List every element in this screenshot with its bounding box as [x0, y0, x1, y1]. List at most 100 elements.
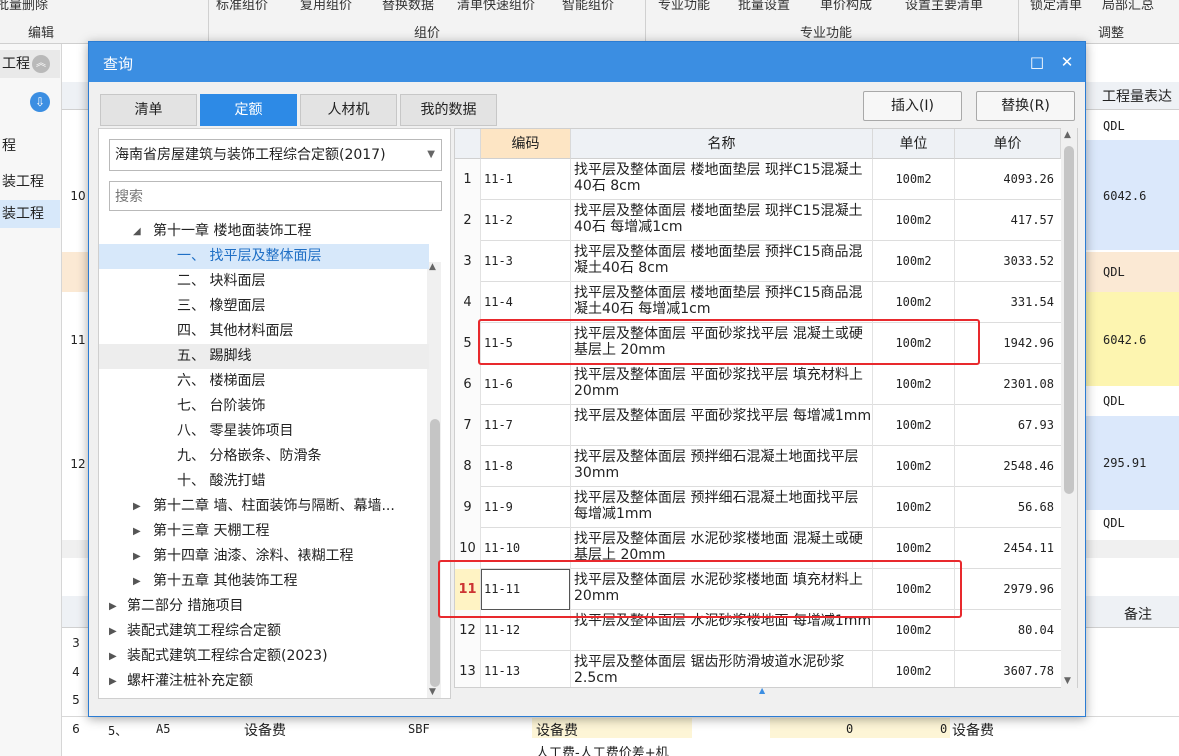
quota-library-select[interactable]: 海南省房屋建筑与装饰工程综合定额(2017) ▼ — [109, 139, 442, 171]
row-code[interactable]: 11-9 — [481, 487, 571, 528]
row-code[interactable]: 11-6 — [481, 364, 571, 405]
ribbon-item-top-8[interactable]: 单价构成 — [820, 0, 872, 13]
tree-node-label: 九、 分格嵌条、防滑条 — [177, 448, 322, 464]
table-row[interactable]: 3 11-3 找平层及整体面层 楼地面垫层 预拌C15商品混凝土40石 8cm 100… — [455, 241, 1061, 282]
ribbon-item-top-2[interactable]: 复用组价 — [300, 0, 352, 13]
ribbon-item-top-9[interactable]: 设置主要清单 — [905, 0, 983, 13]
row-unit: 100m2 — [873, 651, 955, 687]
table-header-unit[interactable]: 单位 — [873, 129, 955, 159]
table-row[interactable]: 7 11-7 找平层及整体面层 平面砂浆找平层 每增减1mm 100m2 67.93 — [455, 405, 1061, 446]
tree-node[interactable]: ▶ 第十三章 天棚工程 — [99, 519, 429, 544]
row-price: 3607.78 — [1003, 664, 1054, 678]
tree-node[interactable]: ▶ 第二部分 措施项目 — [99, 594, 429, 619]
collapse-icon[interactable]: ︽ — [32, 55, 50, 73]
table-hscrollbar[interactable]: ▲ — [454, 686, 1078, 698]
tree-node[interactable]: ▶ 螺杆灌注桩补充定额 — [99, 669, 429, 694]
tree-node[interactable]: 七、 台阶装饰 — [99, 394, 429, 419]
scroll-down-icon[interactable]: ▼ — [1064, 676, 1071, 686]
search-input[interactable] — [109, 181, 442, 211]
tree-node[interactable]: 十、 酸洗打蜡 — [99, 469, 429, 494]
table-vscroll-thumb[interactable] — [1064, 146, 1074, 494]
row-code[interactable]: 11-1 — [481, 159, 571, 200]
ribbon-item-top-7[interactable]: 批量设置 — [738, 0, 790, 13]
ribbon-item-top-0[interactable]: 批量删除 — [0, 0, 48, 13]
tree-node[interactable]: ◢ 第十一章 楼地面装饰工程 — [99, 219, 429, 244]
tree-node[interactable]: 六、 楼梯面层 — [99, 369, 429, 394]
replace-button[interactable]: 替换(R) — [976, 91, 1075, 121]
table-header-code[interactable]: 编码 — [481, 129, 571, 159]
tree-node[interactable]: ▶ 装配式建筑工程综合定额 — [99, 619, 429, 644]
row-code[interactable]: 11-2 — [481, 200, 571, 241]
tree-node[interactable]: 八、 零星装饰项目 — [99, 419, 429, 444]
tree-node[interactable]: 三、 橡塑面层 — [99, 294, 429, 319]
expand-right-icon[interactable]: ▶ — [133, 519, 141, 544]
tree-node[interactable]: ▶ 装配式建筑工程综合定额(2023) — [99, 644, 429, 669]
ribbon-item-top-6[interactable]: 专业功能 — [658, 0, 710, 13]
grid-qdl-cell: QDL — [1103, 119, 1125, 133]
expand-right-icon[interactable]: ▶ — [109, 619, 117, 644]
tree-node[interactable]: ▶ 第十五章 其他装饰工程 — [99, 569, 429, 594]
row-price: 2454.11 — [1003, 541, 1054, 555]
project-tree-item[interactable]: 装工程 — [0, 200, 60, 228]
table-header-price[interactable]: 单价 — [955, 129, 1061, 159]
dialog-titlebar[interactable]: 查询 □ ✕ — [89, 42, 1085, 82]
ribbon-group-pricing: 组价 — [414, 26, 441, 41]
project-tree-item[interactable]: 装工程 — [0, 168, 60, 196]
table-row[interactable]: 2 11-2 找平层及整体面层 楼地面垫层 现拌C15混凝土40石 每增减1cm 10… — [455, 200, 1061, 241]
ribbon-item-top-10[interactable]: 锁定清单 — [1030, 0, 1082, 13]
highlight-box — [438, 560, 962, 618]
ribbon-item-top-3[interactable]: 替换数据 — [382, 0, 434, 13]
row-price: 80.04 — [1017, 623, 1054, 637]
splitter-handle-icon[interactable]: ▲ — [759, 686, 765, 695]
table-row[interactable]: 8 11-8 找平层及整体面层 预拌细石混凝土地面找平层 30mm 100m2 2548… — [455, 446, 1061, 487]
table-row[interactable]: 6 11-6 找平层及整体面层 平面砂浆找平层 填充材料上 20mm 100m2 230… — [455, 364, 1061, 405]
tree-node-label: 装配式建筑工程综合定额(2023) — [127, 648, 328, 664]
table-row[interactable]: 1 11-1 找平层及整体面层 楼地面垫层 现拌C15混凝土40石 8cm 100m2… — [455, 159, 1061, 200]
row-code[interactable]: 11-7 — [481, 405, 571, 446]
scroll-down-icon[interactable]: ▼ — [429, 687, 436, 697]
tree-node[interactable]: 五、 踢脚线 — [99, 344, 429, 369]
ribbon-item-top-4[interactable]: 清单快速组价 — [457, 0, 535, 13]
tree-node[interactable]: ▶ 第十四章 油漆、涂料、裱糊工程 — [99, 544, 429, 569]
scroll-up-icon[interactable]: ▲ — [1064, 130, 1071, 140]
table-row[interactable]: 9 11-9 找平层及整体面层 预拌细石混凝土地面找平层 每增减1mm 100m2 56… — [455, 487, 1061, 528]
tree-node[interactable]: 二、 块料面层 — [99, 269, 429, 294]
row-code[interactable]: 11-4 — [481, 282, 571, 323]
row-unit: 100m2 — [873, 487, 955, 528]
grid-row6-v1: 0 — [846, 722, 854, 736]
grid-header-note: 备注 — [1124, 607, 1152, 623]
expand-right-icon[interactable]: ▶ — [109, 669, 117, 694]
row-unit: 100m2 — [873, 241, 955, 282]
table-header-name[interactable]: 名称 — [571, 129, 873, 159]
row-code[interactable]: 11-13 — [481, 651, 571, 687]
expand-right-icon[interactable]: ▶ — [109, 594, 117, 619]
ribbon-item-top-11[interactable]: 局部汇总 — [1102, 0, 1154, 13]
tab-my-data[interactable]: 我的数据 — [400, 94, 497, 126]
tree-vscroll-thumb[interactable] — [430, 419, 440, 687]
expand-right-icon[interactable]: ▶ — [133, 544, 141, 569]
scroll-up-icon[interactable]: ▲ — [429, 262, 436, 272]
tab-quota[interactable]: 定额 — [200, 94, 297, 126]
ribbon-item-top-1[interactable]: 标准组价 — [216, 0, 268, 13]
close-icon[interactable]: ✕ — [1057, 52, 1077, 72]
project-tree-item[interactable]: 程 — [0, 132, 60, 160]
table-row[interactable]: 4 11-4 找平层及整体面层 楼地面垫层 预拌C15商品混凝土40石 每增减1cm… — [455, 282, 1061, 323]
expand-right-icon[interactable]: ▶ — [109, 644, 117, 669]
tree-node[interactable]: ▶ 第十二章 墙、柱面装饰与隔断、幕墙... — [99, 494, 429, 519]
tree-node[interactable]: 四、 其他材料面层 — [99, 319, 429, 344]
row-number: 13 — [455, 651, 481, 687]
tree-node[interactable]: 九、 分格嵌条、防滑条 — [99, 444, 429, 469]
tree-node[interactable]: 一、 找平层及整体面层 — [99, 244, 429, 269]
ribbon-item-top-5[interactable]: 智能组价 — [562, 0, 614, 13]
maximize-icon[interactable]: □ — [1027, 52, 1047, 72]
row-code[interactable]: 11-3 — [481, 241, 571, 282]
insert-button[interactable]: 插入(I) — [863, 91, 962, 121]
expand-down-icon[interactable]: ◢ — [133, 219, 141, 244]
expand-right-icon[interactable]: ▶ — [133, 569, 141, 594]
tab-labor-material[interactable]: 人材机 — [300, 94, 397, 126]
download-icon[interactable]: ⇩ — [30, 92, 50, 112]
row-code[interactable]: 11-8 — [481, 446, 571, 487]
tab-bill[interactable]: 清单 — [100, 94, 197, 126]
expand-right-icon[interactable]: ▶ — [133, 494, 141, 519]
table-row[interactable]: 13 11-13 找平层及整体面层 锯齿形防滑坡道水泥砂浆2.5cm 100m2 360… — [455, 651, 1061, 687]
